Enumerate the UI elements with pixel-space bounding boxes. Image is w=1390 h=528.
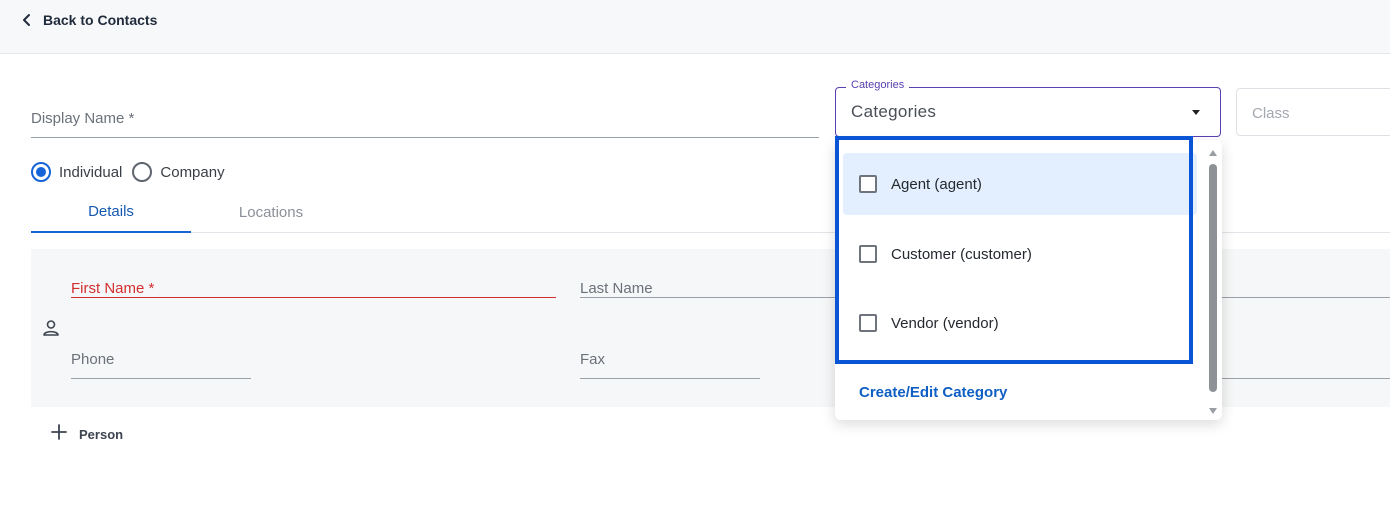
radio-individual-label: Individual	[59, 163, 123, 181]
last-name-label: Last Name	[580, 280, 653, 297]
contact-type-radio-group: Individual Company	[31, 162, 235, 182]
additional-field[interactable]	[1211, 341, 1390, 379]
checkbox-icon[interactable]	[859, 245, 877, 263]
scroll-down-arrow-icon[interactable]	[1209, 408, 1217, 414]
phone-field[interactable]: Phone	[71, 341, 251, 379]
dropdown-caret-icon	[1192, 110, 1200, 115]
back-to-contacts-link[interactable]: Back to Contacts	[20, 11, 157, 29]
categories-value: Categories	[851, 102, 937, 121]
radio-individual[interactable]: Individual	[31, 162, 122, 182]
radio-company-label: Company	[160, 163, 225, 181]
fax-label: Fax	[580, 351, 606, 368]
categories-select[interactable]: Categories Categories	[835, 79, 1221, 137]
add-person-label: Person	[79, 427, 124, 442]
category-option-agent[interactable]: Agent (agent)	[843, 153, 1197, 215]
display-name-label: Display Name *	[31, 110, 135, 127]
create-edit-category-link[interactable]: Create/Edit Category	[859, 384, 1007, 401]
tab-locations[interactable]: Locations	[191, 192, 351, 232]
checkbox-icon[interactable]	[859, 314, 877, 332]
radio-checked-icon	[31, 162, 51, 182]
categories-float-label: Categories	[846, 79, 910, 91]
fax-field[interactable]: Fax	[580, 341, 760, 379]
radio-unchecked-icon	[132, 162, 153, 182]
categories-dropdown-menu: Agent (agent) Customer (customer) Vendor…	[835, 136, 1222, 420]
category-option-label: Vendor (vendor)	[891, 314, 999, 332]
checkbox-icon[interactable]	[859, 175, 877, 193]
scroll-thumb[interactable]	[1209, 164, 1217, 392]
category-option-customer[interactable]: Customer (customer)	[843, 223, 1197, 285]
category-option-label: Customer (customer)	[891, 245, 1032, 263]
add-person-button[interactable]: Person	[51, 424, 123, 445]
first-name-label: First Name *	[71, 280, 155, 297]
first-name-field[interactable]: First Name *	[71, 260, 556, 298]
scroll-up-arrow-icon[interactable]	[1209, 150, 1217, 156]
category-option-label: Agent (agent)	[891, 175, 982, 193]
radio-company[interactable]: Company	[132, 162, 225, 182]
display-name-field[interactable]: Display Name *	[31, 100, 819, 138]
person-icon	[41, 318, 61, 343]
class-placeholder: Class	[1252, 105, 1290, 122]
category-option-vendor[interactable]: Vendor (vendor)	[843, 292, 1197, 354]
phone-label: Phone	[71, 351, 115, 368]
plus-icon	[51, 424, 67, 445]
class-select[interactable]: Class	[1236, 88, 1390, 136]
back-link-label: Back to Contacts	[43, 12, 158, 28]
chevron-left-icon	[20, 11, 34, 29]
top-bar: Back to Contacts	[0, 0, 1390, 54]
dropdown-scrollbar[interactable]	[1207, 148, 1219, 418]
tab-details[interactable]: Details	[31, 192, 191, 233]
